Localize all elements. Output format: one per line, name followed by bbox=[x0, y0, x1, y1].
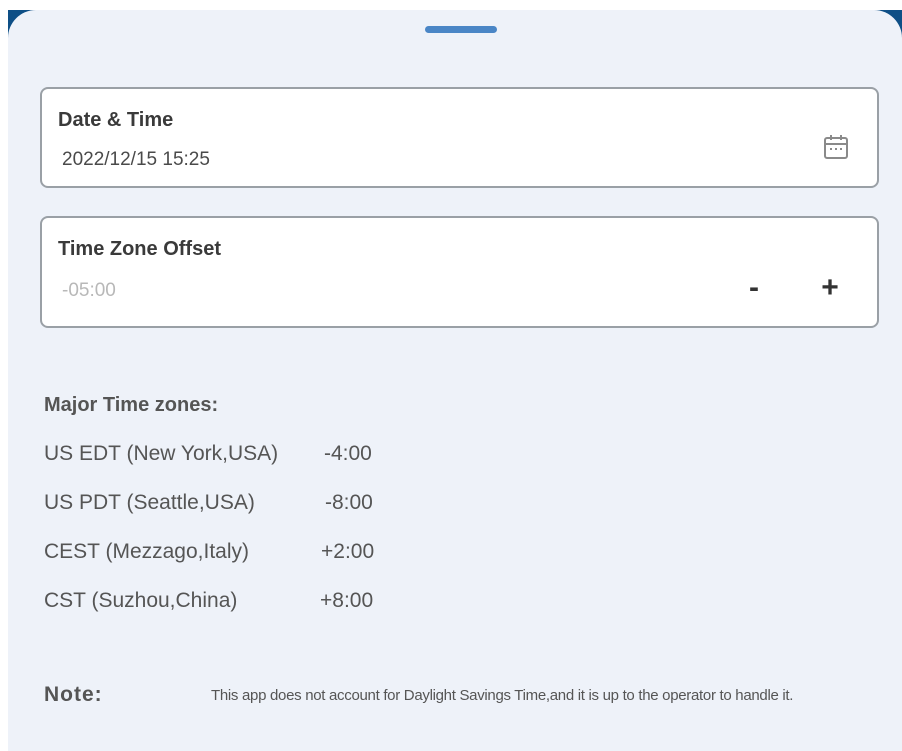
timezone-offset-input[interactable]: -05:00 bbox=[62, 280, 116, 302]
datetime-field[interactable]: Date & Time 2022/12/15 15:25 bbox=[40, 87, 879, 188]
timezone-offset: +2:00 bbox=[321, 540, 375, 563]
note-text: This app does not account for Daylight S… bbox=[211, 687, 794, 704]
drag-handle[interactable] bbox=[425, 26, 497, 33]
timezone-name: US EDT (New York,USA) bbox=[44, 442, 279, 465]
timezone-offset: -4:00 bbox=[324, 442, 372, 465]
major-timezones-title: Major Time zones: bbox=[44, 394, 219, 416]
datetime-value[interactable]: 2022/12/15 15:25 bbox=[62, 149, 210, 171]
increment-offset-button[interactable]: + bbox=[810, 268, 850, 308]
timezone-offset: -8:00 bbox=[325, 491, 373, 514]
datetime-label: Date & Time bbox=[58, 109, 174, 131]
decrement-offset-button[interactable]: - bbox=[734, 268, 774, 308]
note-label: Note: bbox=[44, 683, 103, 706]
timezone-name: CST (Suzhou,China) bbox=[44, 589, 238, 612]
timezone-name: CEST (Mezzago,Italy) bbox=[44, 540, 250, 563]
timezone-offset-field[interactable]: Time Zone Offset -05:00 - + bbox=[40, 216, 879, 328]
timezone-offset-label: Time Zone Offset bbox=[58, 238, 221, 260]
timezone-name: US PDT (Seattle,USA) bbox=[44, 491, 255, 514]
calendar-icon[interactable] bbox=[823, 133, 849, 161]
timezone-offset: +8:00 bbox=[320, 589, 374, 612]
